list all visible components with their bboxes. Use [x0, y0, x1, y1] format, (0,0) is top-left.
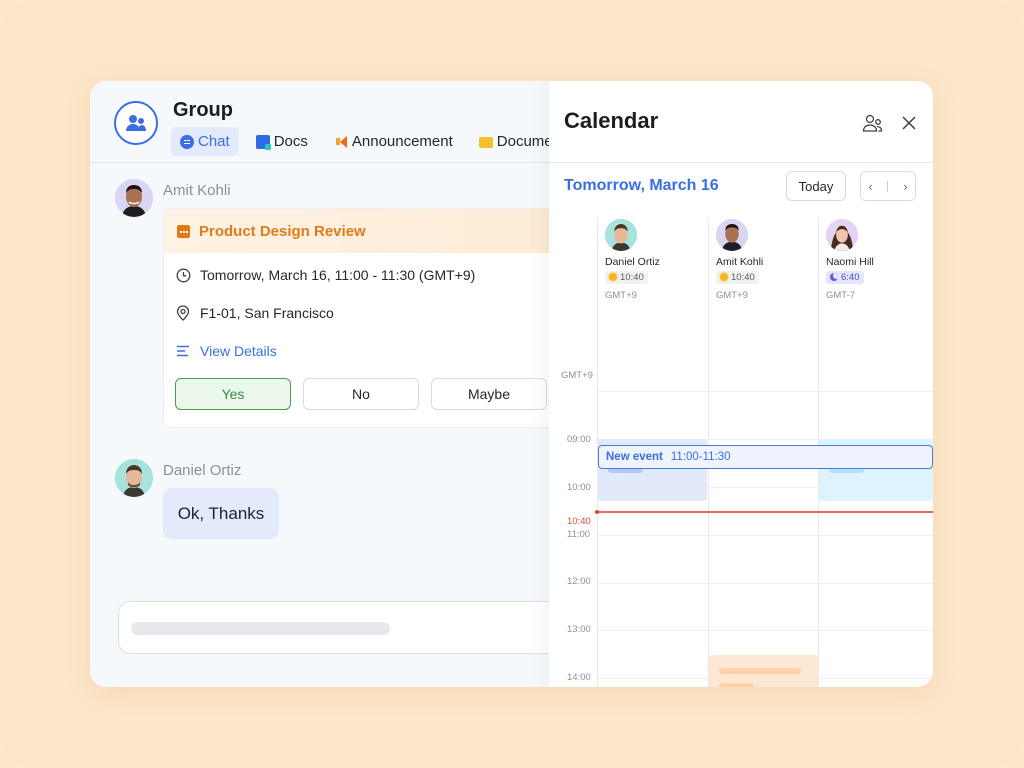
view-details-label: View Details — [200, 343, 277, 359]
rsvp-yes-button[interactable]: Yes — [175, 378, 291, 410]
placeholder-bar — [719, 668, 801, 674]
location-pin-icon — [175, 305, 191, 321]
local-time-badge: 10:40 — [605, 270, 648, 284]
hour-label: 09:00 — [567, 434, 591, 445]
person-column-header[interactable]: Naomi Hill 6:40 GMT-7 — [818, 219, 926, 301]
grid-row-line — [597, 583, 933, 584]
close-button[interactable] — [899, 113, 919, 133]
grid-row-line — [597, 391, 933, 392]
hour-label: 11:00 — [567, 529, 591, 540]
avatar-amit-kohli — [716, 219, 748, 251]
today-button[interactable]: Today — [786, 171, 846, 201]
calendar-title: Calendar — [564, 108, 659, 133]
participants-icon — [862, 114, 883, 132]
new-event-title: New event — [606, 451, 663, 463]
chat-pane: Group Chat Docs Announcement Docume Amit… — [90, 81, 578, 687]
group-avatar[interactable] — [114, 101, 158, 145]
local-time: 10:40 — [620, 271, 644, 283]
current-time-label: 10:40 — [567, 516, 591, 527]
prev-day-button[interactable]: ‹ — [868, 179, 872, 194]
avatar-daniel-ortiz — [605, 219, 637, 251]
event-time: Tomorrow, March 16, 11:00 - 11:30 (GMT+9… — [200, 267, 476, 283]
sender-name: Amit Kohli — [163, 182, 231, 199]
tab-label: Chat — [198, 133, 230, 150]
calendar-panel: Calendar Tomorrow, March 16 Today ‹ › Da… — [549, 81, 933, 687]
hour-label: 12:00 — [567, 576, 591, 587]
busy-block[interactable] — [709, 655, 818, 687]
avatar-naomi-hill — [826, 219, 858, 251]
grid-row-line — [597, 630, 933, 631]
person-timezone: GMT+9 — [716, 290, 748, 301]
tab-label: Docume — [496, 133, 553, 150]
new-event-time: 11:00-11:30 — [670, 451, 731, 463]
tab-label: Announcement — [351, 133, 453, 150]
event-card: Product Design Review Tomorrow, March 16… — [163, 208, 563, 428]
rsvp-maybe-button[interactable]: Maybe — [431, 378, 547, 410]
calendar-date-label: Tomorrow, March 16 — [564, 177, 719, 194]
person-timezone: GMT-7 — [826, 290, 856, 301]
list-lines-icon — [175, 343, 191, 359]
hour-label: 10:00 — [567, 482, 591, 493]
view-details-link[interactable]: View Details — [175, 343, 277, 359]
divider — [549, 162, 933, 163]
participants-button[interactable] — [862, 113, 884, 135]
person-photo-icon — [115, 179, 153, 217]
megaphone-icon — [334, 135, 348, 149]
app-window: Group Chat Docs Announcement Docume Amit… — [90, 81, 933, 687]
avatar-daniel-ortiz[interactable] — [115, 459, 153, 497]
calendar-icon — [177, 224, 190, 238]
current-time-line — [597, 511, 933, 513]
tab-bar: Chat Docs Announcement Docume — [171, 127, 570, 156]
avatar-amit-kohli[interactable] — [115, 179, 153, 217]
tab-label: Docs — [273, 133, 308, 150]
hour-label: 14:00 — [567, 672, 591, 683]
event-location: F1-01, San Francisco — [200, 305, 334, 321]
date-nav: ‹ › — [860, 171, 916, 201]
grid-timezone-label: GMT+9 — [561, 370, 593, 381]
tab-documents[interactable]: Docume — [470, 127, 562, 156]
event-time-row: Tomorrow, March 16, 11:00 - 11:30 (GMT+9… — [175, 267, 475, 283]
current-time-dot — [595, 510, 599, 514]
input-placeholder-bar — [131, 622, 390, 635]
person-name: Daniel Ortiz — [605, 256, 660, 268]
message-bubble: Ok, Thanks — [163, 488, 279, 539]
placeholder-bar — [719, 683, 754, 687]
close-icon — [902, 116, 916, 130]
local-time: 6:40 — [841, 271, 860, 283]
group-title: Group — [173, 99, 233, 121]
person-column-header[interactable]: Daniel Ortiz 10:40 GMT+9 — [597, 219, 705, 301]
sender-name: Daniel Ortiz — [163, 462, 242, 479]
person-name: Naomi Hill — [826, 256, 874, 268]
docs-icon — [255, 134, 271, 150]
person-column-header[interactable]: Amit Kohli 10:40 GMT+9 — [708, 219, 816, 301]
new-event-block[interactable]: New event 11:00-11:30 — [598, 445, 933, 469]
tab-docs[interactable]: Docs — [247, 127, 317, 156]
next-day-button[interactable]: › — [903, 179, 907, 194]
grid-row-line — [597, 535, 933, 536]
divider — [887, 180, 889, 192]
person-photo-icon — [115, 459, 153, 497]
person-name: Amit Kohli — [716, 256, 764, 268]
local-time: 10:40 — [731, 271, 755, 283]
folder-icon — [478, 137, 493, 148]
local-time-badge: 10:40 — [716, 270, 759, 284]
sun-icon — [720, 273, 728, 281]
local-time-badge: 6:40 — [826, 270, 864, 284]
hour-label: 13:00 — [567, 624, 591, 635]
event-title: Product Design Review — [199, 222, 366, 240]
tab-chat[interactable]: Chat — [171, 127, 239, 156]
clock-icon — [175, 267, 191, 283]
person-timezone: GMT+9 — [605, 290, 637, 301]
group-people-icon — [126, 115, 146, 131]
message-input[interactable] — [118, 601, 578, 654]
moon-icon — [830, 273, 838, 281]
rsvp-no-button[interactable]: No — [303, 378, 419, 410]
event-card-header: Product Design Review — [164, 209, 562, 253]
chat-bubble-icon — [180, 134, 194, 149]
event-location-row: F1-01, San Francisco — [175, 305, 334, 321]
sun-icon — [609, 273, 617, 281]
chat-header: Group Chat Docs Announcement Docume — [90, 81, 553, 163]
tab-announcement[interactable]: Announcement — [325, 127, 462, 156]
